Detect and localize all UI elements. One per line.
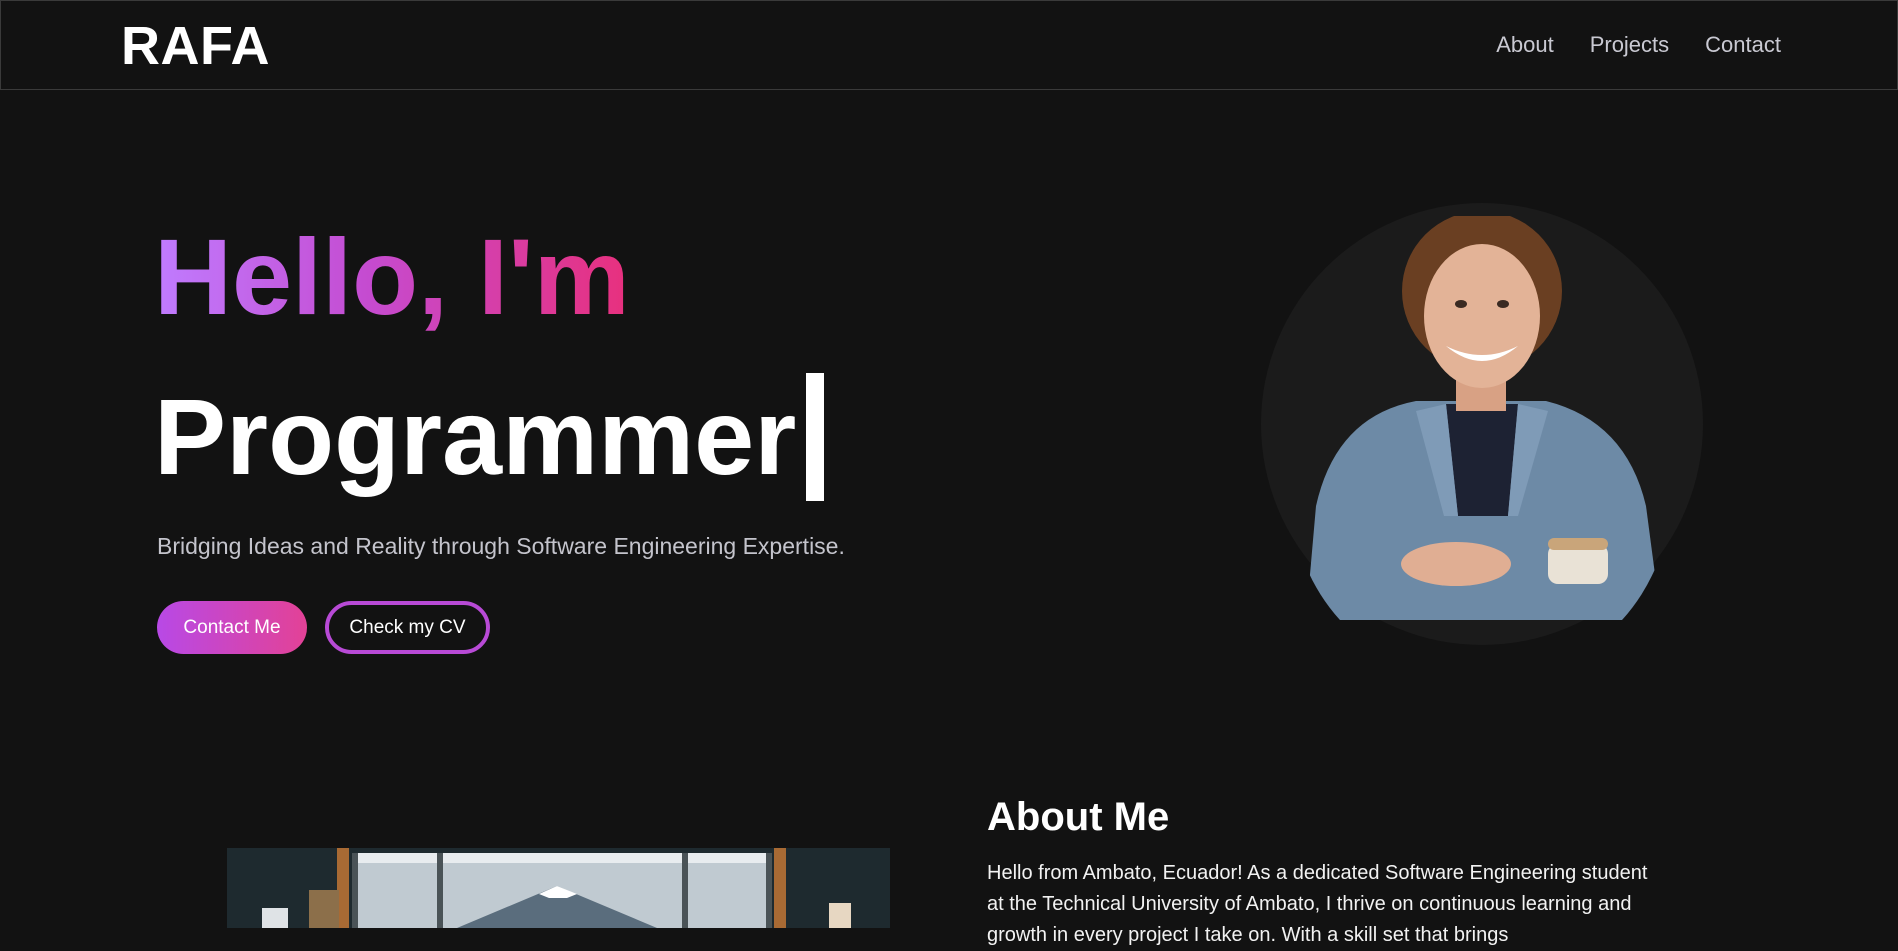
nav-link-contact[interactable]: Contact <box>1705 29 1781 61</box>
navbar: RAFA About Projects Contact <box>0 0 1898 90</box>
check-cv-button[interactable]: Check my CV <box>325 601 490 654</box>
contact-me-button[interactable]: Contact Me <box>157 601 307 654</box>
about-image <box>227 848 890 928</box>
hero-role-text: Programmer <box>154 376 797 497</box>
about-text: Hello from Ambato, Ecuador! As a dedicat… <box>987 862 1648 946</box>
hero-greeting: Hello, I'm <box>154 212 630 342</box>
site-logo[interactable]: RAFA <box>121 14 270 78</box>
avatar <box>1306 216 1661 620</box>
nav-link-projects[interactable]: Projects <box>1590 29 1669 61</box>
hero-role: Programmer <box>154 372 825 502</box>
nav-link-about[interactable]: About <box>1496 29 1554 61</box>
typing-cursor <box>806 373 825 501</box>
nav-links: About Projects Contact <box>1496 29 1781 61</box>
hero-tagline: Bridging Ideas and Reality through Softw… <box>157 533 845 559</box>
about-title: About Me <box>987 795 1170 839</box>
